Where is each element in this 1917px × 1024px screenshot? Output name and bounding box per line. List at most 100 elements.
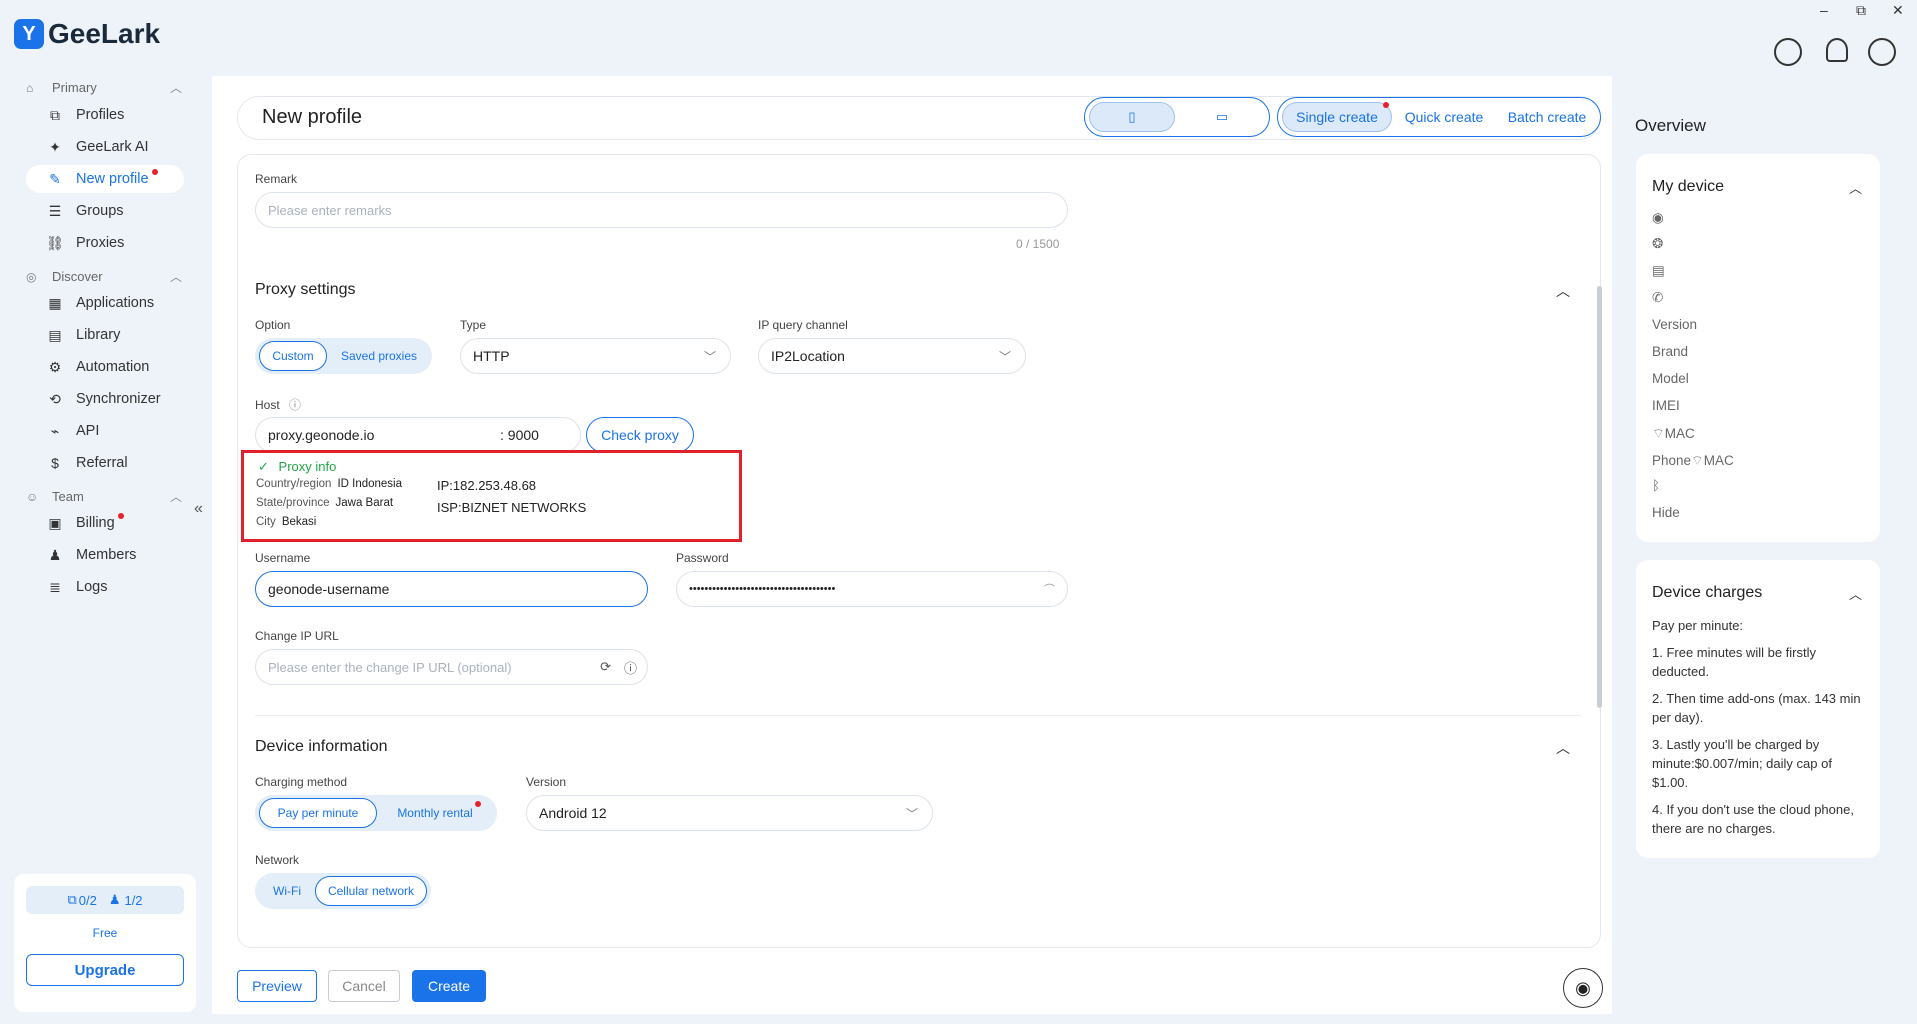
preview-button[interactable]: Preview xyxy=(237,970,317,1002)
form-scrollbar[interactable] xyxy=(1597,286,1602,708)
sidebar-item-applications[interactable]: ▦ Applications xyxy=(26,289,184,317)
support-bot-icon[interactable] xyxy=(1774,38,1802,66)
device-info-title: Device information xyxy=(255,738,388,755)
username-label: Username xyxy=(255,551,311,565)
sidebar-item-label: Applications xyxy=(76,295,155,311)
eye-closed-icon[interactable]: ⌒ xyxy=(1044,581,1055,597)
option-cellular-network[interactable]: Cellular network xyxy=(315,876,427,906)
compass-icon: ◎ xyxy=(26,269,37,284)
chevron-up-icon[interactable]: ︿ xyxy=(170,79,182,96)
host-input[interactable]: proxy.geonode.io : 9000 xyxy=(255,417,581,453)
username-input[interactable]: geonode-username xyxy=(255,571,648,607)
sidebar-item-members[interactable]: ♟ Members xyxy=(26,541,184,569)
password-input[interactable]: •••••••••••••••••••••••••••••••••••••• ⌒ xyxy=(676,571,1068,607)
section-label: Team xyxy=(52,489,84,504)
member-icon: ♟ xyxy=(108,892,121,907)
version-select[interactable]: Android 12 ﹀ xyxy=(526,795,933,831)
device-icon: ⧉ xyxy=(67,892,77,907)
info-icon[interactable]: ⓘ xyxy=(624,658,637,677)
user-avatar-icon[interactable] xyxy=(1868,38,1896,66)
version-label: Version xyxy=(526,775,567,789)
ip-channel-value: IP2Location xyxy=(771,348,845,364)
proxy-type-select[interactable]: HTTP ﹀ xyxy=(460,338,731,374)
check-proxy-button[interactable]: Check proxy xyxy=(586,417,694,453)
sidebar-item-library[interactable]: ▤ Library xyxy=(26,321,184,349)
phone-call-icon: ✆ xyxy=(1652,290,1664,305)
ip-channel-select[interactable]: IP2Location ﹀ xyxy=(758,338,1026,374)
sidebar-item-groups[interactable]: ☰ Groups xyxy=(26,197,184,225)
ip-channel-label: IP query channel xyxy=(758,318,848,332)
change-ip-input[interactable]: Please enter the change IP URL (optional… xyxy=(255,649,648,685)
create-button[interactable]: Create xyxy=(412,970,486,1002)
option-wifi[interactable]: Wi-Fi xyxy=(259,876,315,906)
proxy-isp: ISP:BIZNET NETWORKS xyxy=(437,500,587,515)
option-custom[interactable]: Custom xyxy=(259,341,327,371)
proxy-icon: ⛓ xyxy=(46,234,64,251)
sync-icon: ⟲ xyxy=(49,390,61,407)
sidebar-item-proxies[interactable]: ⛓ Proxies xyxy=(26,229,184,257)
help-icon[interactable]: ⓘ xyxy=(289,398,301,412)
upgrade-button[interactable]: Upgrade xyxy=(26,954,184,986)
charges-line-3: 3. Lastly you'll be charged by minute:$0… xyxy=(1652,737,1832,790)
proxy-info-title: ✓ Proxy info xyxy=(258,459,336,475)
sidebar-item-geelark-ai[interactable]: ✦ GeeLark AI xyxy=(26,133,184,161)
chevron-up-icon[interactable]: ︿ xyxy=(1556,281,1570,301)
refresh-icon[interactable]: ⟳ xyxy=(600,659,611,675)
phone-icon[interactable]: ▯ xyxy=(1089,102,1175,132)
proxy-info-box: ✓ Proxy info Country/region ID Indonesia … xyxy=(241,450,742,542)
section-discover[interactable]: ◎ Discover ︿ xyxy=(26,269,182,284)
sidebar-item-label: Synchronizer xyxy=(76,391,161,407)
logo[interactable]: Y GeeLark xyxy=(14,18,160,50)
port-value[interactable]: : 9000 xyxy=(500,427,539,443)
sidebar-item-profiles[interactable]: ⧉ Profiles xyxy=(26,101,184,129)
remark-input[interactable]: Please enter remarks xyxy=(255,192,1068,228)
plan-usage: ⧉ 0/2 ♟ 1/2 xyxy=(26,886,184,914)
sidebar-item-synchronizer[interactable]: ⟲ Synchronizer xyxy=(26,385,184,413)
sidebar-item-logs[interactable]: ≣ Logs xyxy=(26,573,184,601)
chevron-up-icon[interactable]: ︿ xyxy=(1556,738,1570,758)
proxy-info-label: Proxy info xyxy=(278,459,337,474)
bell-icon[interactable] xyxy=(1826,38,1848,62)
tab-quick-create[interactable]: Quick create xyxy=(1394,102,1494,132)
sidebar-item-referral[interactable]: $ Referral xyxy=(26,449,184,477)
home-icon: ⌂ xyxy=(26,80,34,95)
sidebar-item-billing[interactable]: ▣ Billing xyxy=(26,509,184,537)
sidebar-item-label: Library xyxy=(76,327,121,343)
tab-single-create[interactable]: Single create xyxy=(1282,102,1392,132)
ai-icon: ✦ xyxy=(49,138,61,155)
laptop-icon[interactable]: ▭ xyxy=(1179,102,1265,132)
collapse-sidebar-icon[interactable]: « xyxy=(194,500,203,518)
close-icon[interactable]: ✕ xyxy=(1892,2,1904,19)
eye-assistant-icon[interactable]: ◉ xyxy=(1563,968,1603,1008)
option-saved-proxies[interactable]: Saved proxies xyxy=(331,341,427,371)
chevron-up-icon[interactable]: ︿ xyxy=(1849,584,1862,603)
chevron-up-icon[interactable]: ︿ xyxy=(1849,178,1862,197)
sidebar-item-label: Automation xyxy=(76,359,150,375)
overview-title: Overview xyxy=(1635,116,1706,135)
sidebar-item-automation[interactable]: ⚙ Automation xyxy=(26,353,184,381)
chevron-up-icon[interactable]: ︿ xyxy=(170,488,182,505)
maximize-icon[interactable]: ⧉ xyxy=(1856,2,1866,19)
sidebar-item-api[interactable]: ⌁ API xyxy=(26,417,184,445)
section-team[interactable]: ☺ Team ︿ xyxy=(26,489,182,504)
change-ip-label: Change IP URL xyxy=(255,629,339,643)
hide-toggle[interactable]: Hide xyxy=(1652,505,1680,520)
option-monthly-rental[interactable]: Monthly rental xyxy=(381,798,489,828)
chevron-down-icon: ﹀ xyxy=(905,807,918,821)
cancel-button[interactable]: Cancel xyxy=(328,970,400,1002)
chevron-down-icon: ﹀ xyxy=(998,350,1011,364)
section-divider xyxy=(255,715,1581,716)
profiles-usage: 0/2 xyxy=(78,892,97,908)
device-brand: Brand xyxy=(1652,344,1689,359)
option-pay-per-minute[interactable]: Pay per minute xyxy=(259,798,377,828)
sidebar-item-new-profile[interactable]: ✎ New profile xyxy=(26,165,184,193)
section-primary[interactable]: ⌂ Primary ︿ xyxy=(26,80,182,95)
dollar-icon: $ xyxy=(51,455,59,471)
minimize-icon[interactable]: – xyxy=(1820,2,1828,18)
tab-batch-create[interactable]: Batch create xyxy=(1496,102,1598,132)
chevron-up-icon[interactable]: ︿ xyxy=(170,268,182,285)
device-version: Version xyxy=(1652,317,1698,332)
notification-dot xyxy=(152,169,158,175)
sidebar-item-label: Billing xyxy=(76,515,115,531)
section-label: Primary xyxy=(52,80,97,95)
